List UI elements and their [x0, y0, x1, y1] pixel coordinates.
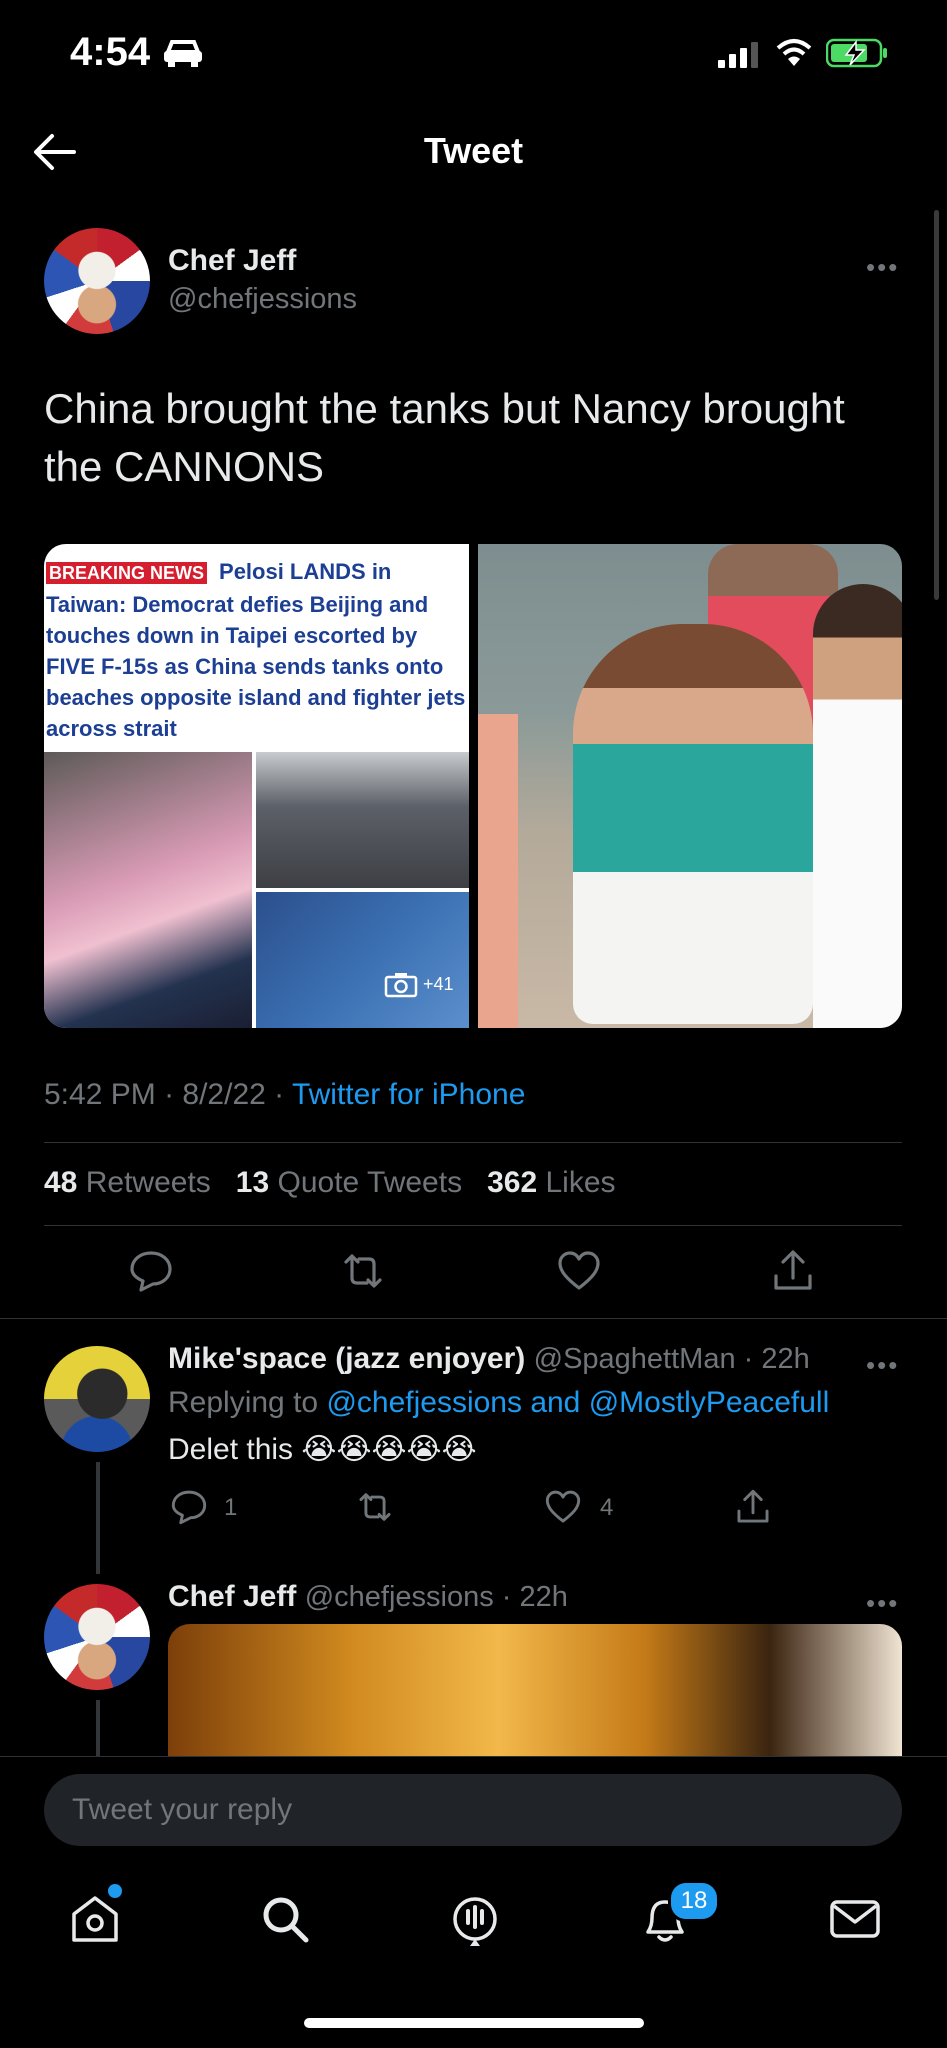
- replying-to: Replying to @chefjessions and @MostlyPea…: [168, 1386, 829, 1420]
- like-heart-icon[interactable]: [544, 1488, 582, 1526]
- divider: [44, 1225, 902, 1226]
- likes-count: 362: [487, 1166, 538, 1199]
- reply-count: 1: [224, 1494, 238, 1521]
- tweet-stats: 48 Retweets 13 Quote Tweets 362 Likes: [44, 1166, 616, 1200]
- notifications-badge: 18: [668, 1880, 720, 1922]
- reply-input[interactable]: Tweet your reply: [44, 1774, 902, 1846]
- home-icon[interactable]: [66, 1890, 124, 1948]
- retweet-icon[interactable]: [356, 1488, 394, 1526]
- reply-text: Delet this 😭😭😭😭😭: [168, 1433, 477, 1466]
- car-icon: [164, 40, 202, 67]
- headline-text: Pelosi LANDS in Taiwan: Democrat defies …: [46, 559, 466, 741]
- retweets-label: Retweets: [85, 1166, 211, 1199]
- tweet-source-link[interactable]: Twitter for iPhone: [292, 1078, 525, 1111]
- home-notification-dot: [108, 1884, 122, 1898]
- news-photo-flight-map: [256, 892, 469, 1028]
- like-heart-icon[interactable]: [556, 1248, 602, 1294]
- tweet-media[interactable]: BREAKING NEWS Pelosi LANDS in Taiwan: Dem…: [44, 544, 902, 1028]
- share-icon[interactable]: [770, 1248, 816, 1294]
- cellular-signal-icon: [718, 42, 758, 68]
- reply-author-handle[interactable]: @SpaghettMan: [534, 1343, 736, 1375]
- retweet-icon[interactable]: [340, 1248, 386, 1294]
- news-photo-carrier: [256, 752, 469, 888]
- media-photo-right[interactable]: [478, 544, 902, 1028]
- author-avatar[interactable]: [44, 228, 150, 334]
- reply-author-name[interactable]: Mike'space (jazz enjoyer): [168, 1342, 525, 1375]
- thread-line: [96, 1462, 100, 1574]
- spaces-icon[interactable]: [446, 1890, 504, 1948]
- center-person: [573, 624, 813, 1024]
- reply-age: 22h: [761, 1343, 810, 1375]
- reply-avatar[interactable]: [44, 1584, 150, 1690]
- likes-label: Likes: [545, 1166, 616, 1199]
- author-name[interactable]: Chef Jeff: [168, 244, 296, 278]
- reply-avatar[interactable]: [44, 1346, 150, 1452]
- messages-envelope-icon[interactable]: [826, 1890, 884, 1948]
- reply-author-handle[interactable]: @chefjessions: [305, 1581, 494, 1613]
- camera-icon: [384, 973, 418, 998]
- likes-stat[interactable]: 362 Likes: [487, 1166, 615, 1199]
- page-title: Tweet: [423, 130, 524, 171]
- replying-to-users[interactable]: @chefjessions and @MostlyPeacefull: [326, 1386, 829, 1419]
- divider: [0, 1756, 947, 1757]
- tweet-time: 5:42 PM: [44, 1078, 156, 1111]
- media-screenshot-left[interactable]: BREAKING NEWS Pelosi LANDS in Taiwan: Dem…: [44, 544, 469, 1028]
- more-options-icon[interactable]: •••: [866, 1350, 899, 1381]
- quotes-label: Quote Tweets: [277, 1166, 463, 1199]
- right-person: [813, 584, 902, 1028]
- reply-header: Chef Jeff @chefjessions · 22h: [168, 1580, 568, 1613]
- breaking-news-label: BREAKING NEWS: [46, 562, 208, 584]
- reply-icon[interactable]: [170, 1488, 208, 1526]
- battery-charging-icon: [826, 38, 887, 68]
- quotes-stat[interactable]: 13 Quote Tweets: [236, 1166, 462, 1199]
- replying-to-label: Replying to: [168, 1386, 319, 1419]
- home-indicator[interactable]: [304, 2018, 644, 2028]
- like-count: 4: [600, 1494, 614, 1521]
- photo-count: +41: [423, 973, 454, 994]
- status-time: 4:54: [70, 30, 151, 74]
- reply-header: Mike'space (jazz enjoyer) @SpaghettMan ·…: [168, 1342, 810, 1375]
- left-person: [478, 714, 518, 1028]
- more-options-icon[interactable]: •••: [866, 252, 899, 283]
- divider: [44, 1142, 902, 1143]
- photo-count-badge: +41: [384, 972, 454, 998]
- tweet-date: 8/2/22: [182, 1078, 266, 1111]
- breaking-news-headline: BREAKING NEWS Pelosi LANDS in Taiwan: Dem…: [46, 556, 466, 744]
- retweets-count: 48: [44, 1166, 78, 1199]
- search-icon[interactable]: [256, 1890, 314, 1948]
- more-options-icon[interactable]: •••: [866, 1588, 899, 1619]
- author-handle[interactable]: @chefjessions: [168, 283, 357, 316]
- reply-media-image[interactable]: [168, 1624, 902, 1756]
- share-icon[interactable]: [734, 1488, 772, 1526]
- scrollbar[interactable]: [934, 210, 939, 600]
- divider: [0, 1318, 947, 1319]
- quotes-count: 13: [235, 1166, 270, 1199]
- reply-icon[interactable]: [128, 1248, 174, 1294]
- news-photo-pelosi: [44, 752, 252, 1028]
- reply-author-name[interactable]: Chef Jeff: [168, 1580, 296, 1613]
- retweets-stat[interactable]: 48 Retweets: [44, 1166, 211, 1199]
- tweet-text: China brought the tanks but Nancy brough…: [44, 385, 845, 490]
- tweet-timestamp: 5:42 PM · 8/2/22 · Twitter for iPhone: [44, 1078, 526, 1111]
- wifi-icon: [776, 39, 812, 66]
- thread-line: [96, 1700, 100, 1756]
- reply-age: 22h: [519, 1581, 568, 1613]
